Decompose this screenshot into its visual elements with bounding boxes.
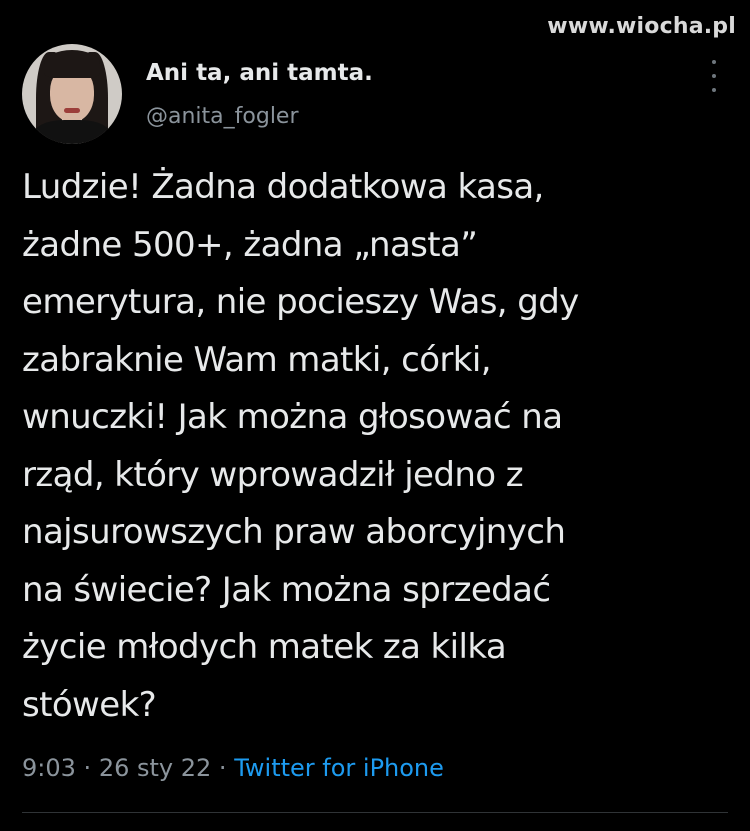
more-dot: [712, 74, 716, 78]
watermark-logo: www.wiocha.pl: [547, 14, 736, 39]
more-vertical-icon[interactable]: [704, 60, 724, 92]
avatar-shoulders: [34, 120, 110, 144]
tweet-header: Ani ta, ani tamta. @anita_fogler: [22, 42, 728, 144]
tweet-time[interactable]: 9:03: [22, 754, 76, 782]
tweet-source-link[interactable]: Twitter for iPhone: [234, 754, 444, 782]
divider: [22, 812, 728, 813]
tweet-metadata: 9:03 · 26 sty 22 · Twitter for iPhone: [22, 754, 444, 782]
user-avatar[interactable]: [22, 44, 122, 144]
avatar-mouth: [64, 108, 80, 113]
author-display-name[interactable]: Ani ta, ani tamta.: [146, 60, 373, 86]
tweet-date[interactable]: 26 sty 22: [99, 754, 211, 782]
meta-separator: ·: [83, 754, 92, 782]
meta-separator: ·: [218, 754, 227, 782]
more-dot: [712, 60, 716, 64]
more-dot: [712, 88, 716, 92]
avatar-hair-top: [44, 50, 100, 78]
tweet-body-text: Ludzie! Żadna dodatkowa kasa, żadne 500+…: [22, 167, 579, 725]
author-handle[interactable]: @anita_fogler: [146, 104, 299, 129]
